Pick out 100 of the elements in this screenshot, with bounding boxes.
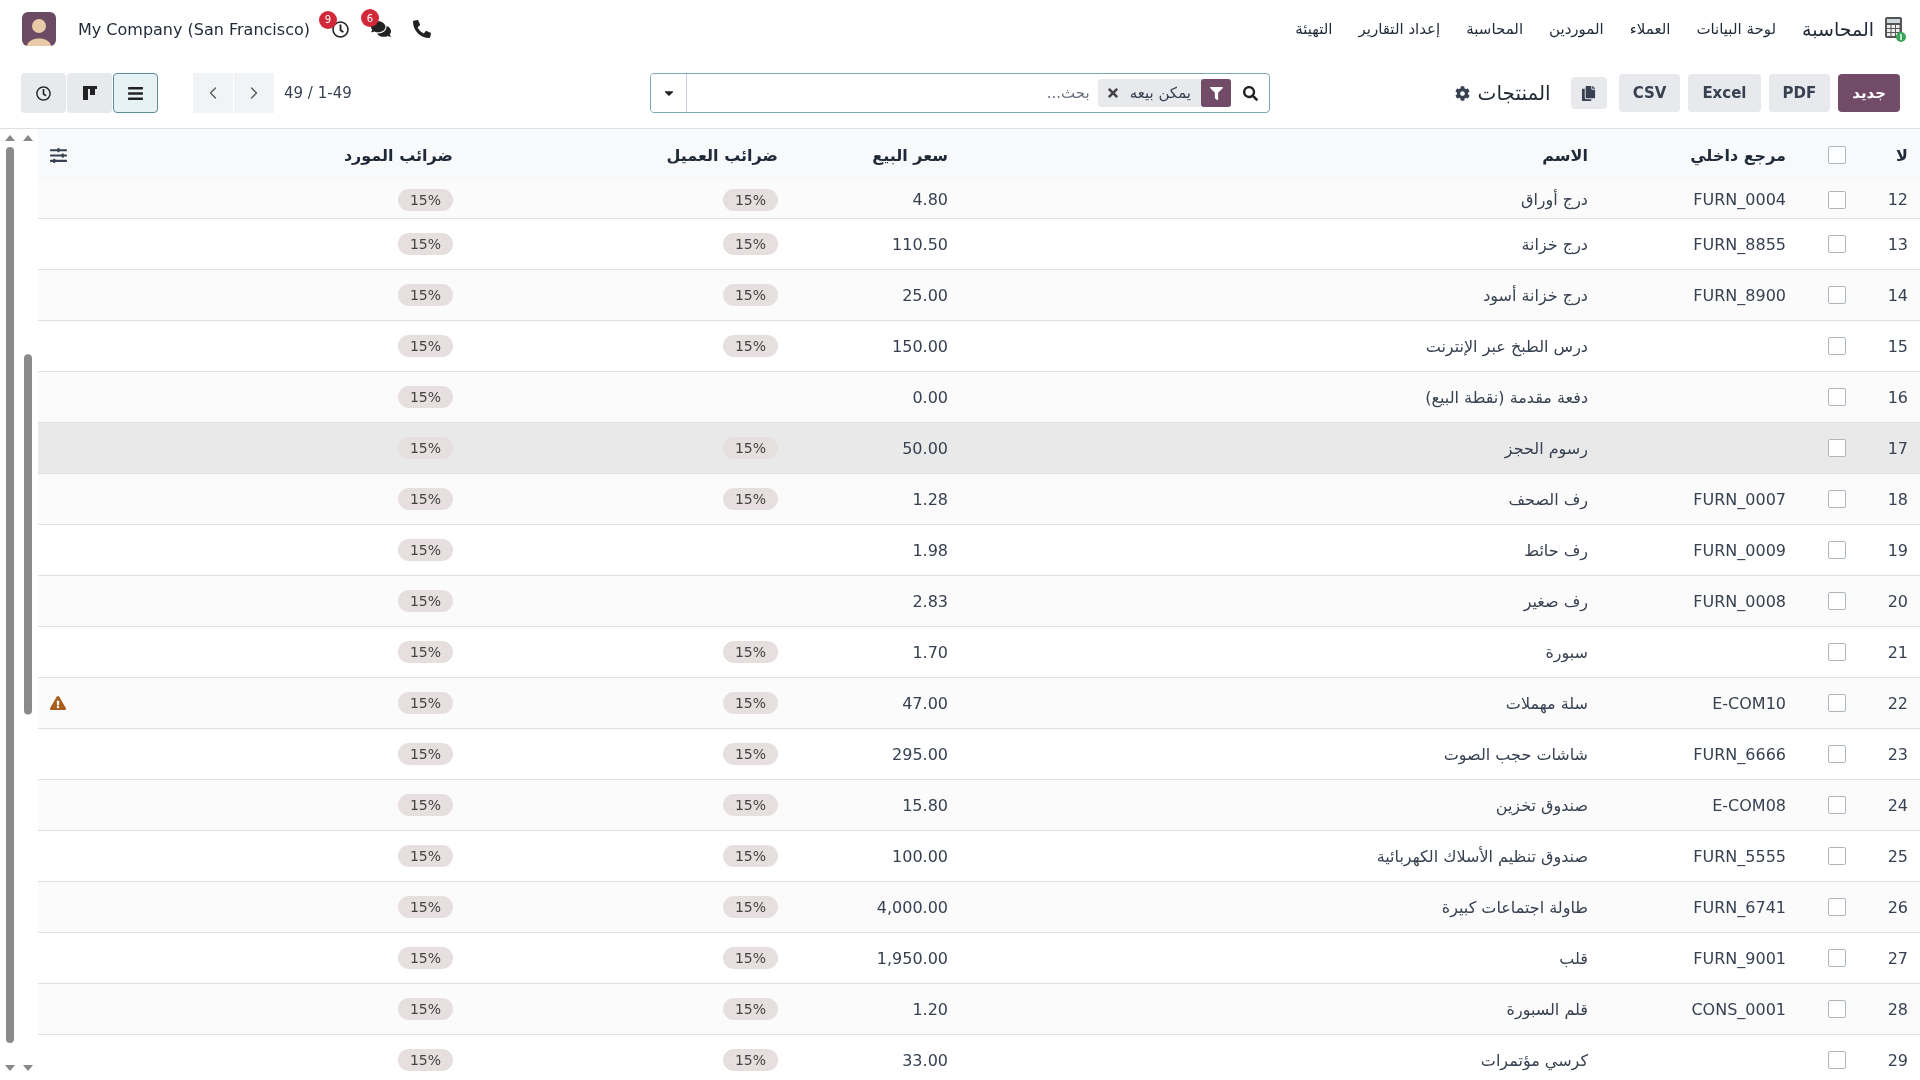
column-header[interactable]: ضرائب العميل: [465, 145, 790, 165]
copy-button[interactable]: [1570, 77, 1607, 109]
row-checkbox[interactable]: [1828, 388, 1846, 406]
row-number: 24: [1886, 795, 1909, 815]
tax-tag: 15%: [397, 233, 453, 255]
menu-item[interactable]: العملاء: [1629, 20, 1671, 38]
menu-item[interactable]: المحاسبة: [1466, 20, 1524, 38]
tax-tag: 15%: [722, 794, 778, 816]
row-checkbox[interactable]: [1828, 643, 1846, 661]
column-header[interactable]: لا: [1858, 145, 1920, 165]
table-cell-text: صندوق تنظيم الأسلاك الكهربائية: [1375, 846, 1589, 866]
export-button[interactable]: CSV: [1618, 74, 1681, 112]
menu-item[interactable]: لوحة البيانات: [1696, 20, 1777, 38]
table-cell-text: FURN_9001: [1692, 948, 1787, 968]
facet-label: يمكن بيعه: [1129, 84, 1191, 102]
tax-tag: 15%: [397, 845, 453, 867]
tax-tag: 15%: [397, 284, 453, 306]
settings-icon[interactable]: [1454, 85, 1470, 101]
table-cell-text: صندوق تخزين: [1494, 795, 1589, 815]
tax-tag: 15%: [397, 437, 453, 459]
menu-item[interactable]: الموردين: [1549, 20, 1604, 38]
table-cell-text: درج أوراق: [1519, 190, 1589, 209]
row-number: 18: [1886, 489, 1909, 509]
table-cell-text: قلم السبورة: [1505, 999, 1589, 1019]
row-checkbox[interactable]: [1828, 337, 1846, 355]
table-cell-text: 4,000.00: [875, 897, 949, 917]
row-number: 25: [1886, 846, 1909, 866]
view-switch-button[interactable]: [21, 73, 66, 113]
table-cell-text: 47.00: [901, 693, 949, 713]
pager-value[interactable]: 49 / 1-49: [284, 84, 352, 102]
tax-tag: 15%: [722, 188, 778, 211]
row-number: 20: [1886, 591, 1909, 611]
view-switch-button[interactable]: [113, 73, 158, 113]
row-checkbox[interactable]: [1828, 949, 1846, 967]
row-number: 27: [1886, 948, 1909, 968]
row-number: 23: [1886, 744, 1909, 764]
tax-tag: 15%: [397, 539, 453, 561]
tax-tag: 15%: [722, 743, 778, 765]
row-number: 19: [1886, 540, 1909, 560]
column-header[interactable]: الاسم: [960, 145, 1600, 165]
table-cell-text: 1.70: [911, 642, 949, 662]
tax-tag: 15%: [397, 188, 453, 211]
export-button[interactable]: Excel: [1688, 74, 1761, 112]
tax-tag: 15%: [397, 947, 453, 969]
row-checkbox[interactable]: [1828, 490, 1846, 508]
menu-item[interactable]: التهيئة: [1295, 20, 1333, 38]
row-checkbox[interactable]: [1828, 745, 1846, 763]
view-switch-button[interactable]: [67, 73, 112, 113]
table-cell-text: 1,950.00: [875, 948, 949, 968]
column-options-icon[interactable]: [50, 146, 67, 164]
row-checkbox[interactable]: [1828, 1000, 1846, 1018]
previous-button[interactable]: [193, 73, 233, 113]
menu-item[interactable]: إعداد التقارير: [1358, 20, 1441, 38]
search-field[interactable]: يمكن بيعه بحث...: [650, 73, 1270, 113]
row-checkbox[interactable]: [1828, 592, 1846, 610]
table-cell-text: 1.28: [911, 489, 949, 509]
tax-tag: 15%: [397, 998, 453, 1020]
table-cell-text: درج خزانة أسود: [1482, 285, 1589, 305]
table-cell-text: 295.00: [891, 744, 949, 764]
table-cell-text: كرسي مؤتمرات: [1479, 1050, 1589, 1070]
row-checkbox[interactable]: [1828, 286, 1846, 304]
row-checkbox[interactable]: [1828, 796, 1846, 814]
table-cell-text: رف الصحف: [1507, 489, 1589, 509]
row-checkbox[interactable]: [1828, 541, 1846, 559]
app-name[interactable]: المحاسبة: [1802, 18, 1874, 40]
filter-facet[interactable]: يمكن بيعه: [1097, 79, 1231, 107]
activity-count-badge: 9: [318, 10, 337, 29]
calculator-icon[interactable]: [1884, 16, 1906, 42]
table-cell-text: رف صغير: [1522, 591, 1589, 611]
tax-tag: 15%: [397, 692, 453, 714]
table-cell-text: سلة مهملات: [1504, 693, 1589, 713]
tax-tag: 15%: [722, 641, 778, 663]
export-button[interactable]: PDF: [1768, 74, 1831, 112]
filter-icon: [1201, 79, 1231, 107]
column-header[interactable]: سعر البيع: [790, 145, 960, 165]
next-button[interactable]: [234, 73, 274, 113]
table-cell-text: 25.00: [901, 285, 949, 305]
row-checkbox[interactable]: [1828, 847, 1846, 865]
phone-icon[interactable]: [412, 20, 431, 38]
company-name[interactable]: My Company (San Francisco): [78, 19, 310, 39]
table-cell-text: طاولة اجتماعات كبيرة: [1440, 897, 1589, 917]
new-button[interactable]: جديد: [1838, 74, 1900, 112]
table-cell-text: FURN_0008: [1692, 591, 1787, 611]
table-cell-text: 110.50: [891, 234, 949, 254]
row-checkbox[interactable]: [1828, 235, 1846, 253]
row-checkbox[interactable]: [1828, 694, 1846, 712]
select-all-checkbox[interactable]: [1828, 146, 1846, 164]
activity-icon[interactable]: [331, 20, 349, 38]
tax-tag: 15%: [722, 335, 778, 357]
column-header[interactable]: مرجع داخلي: [1600, 145, 1798, 165]
row-checkbox[interactable]: [1828, 190, 1846, 209]
table-cell-text: 1.20: [911, 999, 949, 1019]
row-number: 26: [1886, 897, 1909, 917]
search-options-toggle[interactable]: [651, 74, 687, 112]
row-checkbox[interactable]: [1828, 439, 1846, 457]
user-avatar[interactable]: [22, 12, 56, 46]
column-header[interactable]: ضرائب المورد: [108, 145, 465, 165]
row-checkbox[interactable]: [1828, 1051, 1846, 1069]
row-checkbox[interactable]: [1828, 898, 1846, 916]
close-icon[interactable]: [1105, 86, 1120, 100]
